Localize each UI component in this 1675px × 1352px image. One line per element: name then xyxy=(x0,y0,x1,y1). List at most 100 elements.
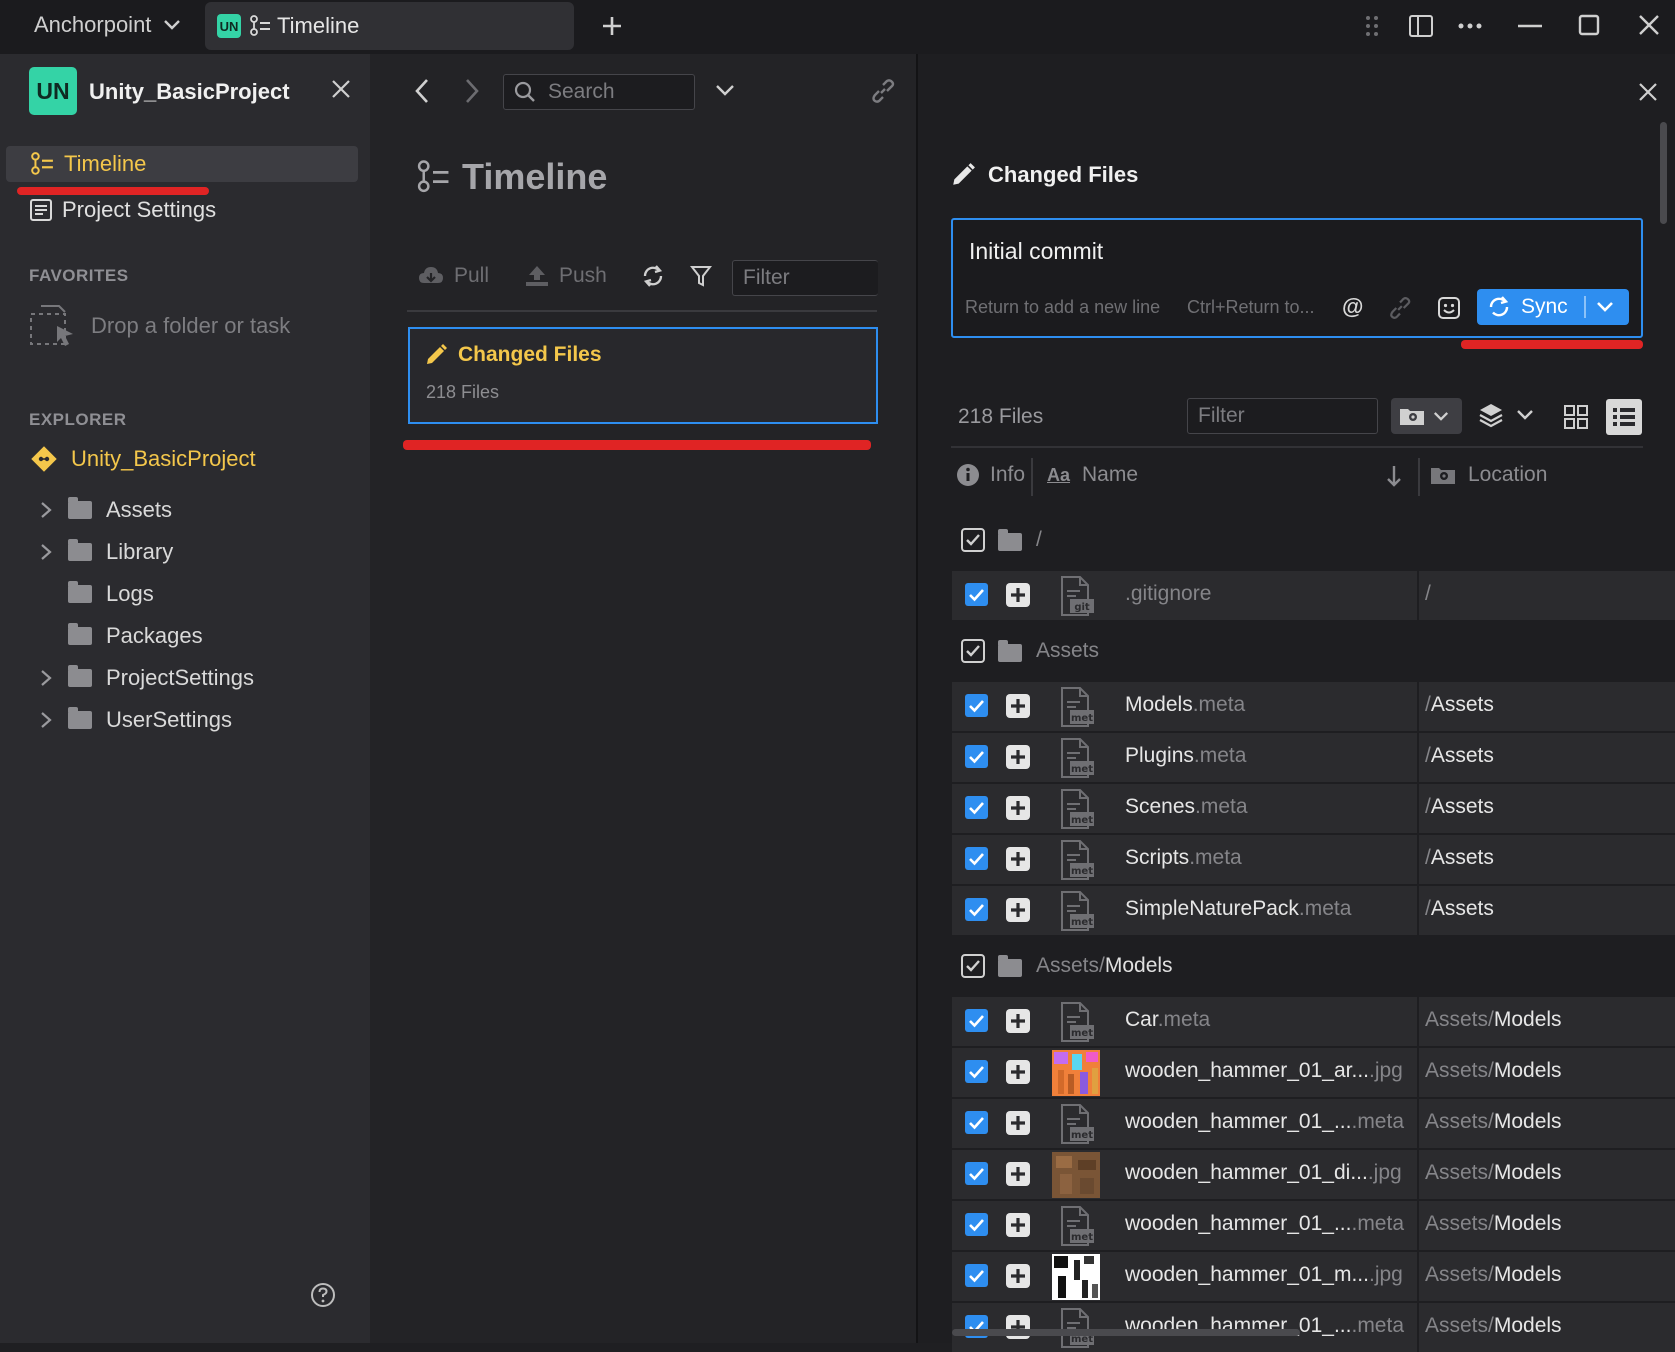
push-button[interactable]: Push xyxy=(525,264,607,288)
file-row[interactable]: git .gitignore / xyxy=(952,571,1675,620)
minimize-button[interactable] xyxy=(1517,24,1543,28)
panel-scrollbar[interactable] xyxy=(1660,122,1667,224)
file-row[interactable]: met Scripts.meta/Assets xyxy=(952,835,1675,884)
folder-icon xyxy=(998,640,1022,662)
sync-button[interactable]: Sync xyxy=(1477,289,1629,325)
list-horizontal-scrollbar[interactable] xyxy=(952,1329,1300,1336)
layers-icon xyxy=(1479,404,1503,428)
chevron-right-icon[interactable] xyxy=(40,711,68,729)
changed-files-card[interactable]: Changed Files 218 Files xyxy=(408,327,878,424)
file-checkbox[interactable] xyxy=(965,1264,988,1287)
grid-view-button[interactable] xyxy=(1564,405,1588,429)
svg-text:met: met xyxy=(1071,815,1093,826)
column-separator xyxy=(1417,1252,1419,1301)
column-header-info[interactable]: Info xyxy=(956,463,1025,487)
favorites-drop-zone[interactable]: Drop a folder or task xyxy=(29,304,290,348)
file-row[interactable]: met Scenes.meta/Assets xyxy=(952,784,1675,833)
toggle-panel-button[interactable] xyxy=(1408,14,1434,38)
file-row[interactable]: met Car.meta Assets/Models xyxy=(952,997,1675,1046)
help-button[interactable] xyxy=(310,1282,336,1308)
app-switcher[interactable]: Anchorpoint xyxy=(34,12,181,38)
explorer-root[interactable]: Unity_BasicProject xyxy=(31,446,256,472)
file-location: /Assets xyxy=(1425,744,1494,768)
file-row[interactable]: met wooden_hammer_01_....meta Assets/Model… xyxy=(952,1099,1675,1148)
tree-item-projectsettings[interactable]: ProjectSettings xyxy=(40,658,254,698)
file-row[interactable]: met Plugins.meta/Assets xyxy=(952,733,1675,782)
close-panel-button[interactable] xyxy=(1638,82,1658,102)
list-view-button[interactable] xyxy=(1606,399,1642,435)
file-checkbox[interactable] xyxy=(965,898,988,921)
copy-link-button[interactable] xyxy=(870,78,896,104)
sidebar-item-project-settings[interactable]: Project Settings xyxy=(30,192,216,228)
tab-timeline[interactable]: UN Timeline xyxy=(205,2,574,50)
timeline-filter-input[interactable]: Filter xyxy=(732,260,878,296)
layers-button[interactable] xyxy=(1478,402,1534,428)
file-row[interactable]: met wooden_hammer_01_....meta Assets/Model… xyxy=(952,1201,1675,1250)
search-input[interactable]: Search xyxy=(503,74,695,110)
chevron-right-icon[interactable] xyxy=(40,501,68,519)
file-row[interactable]: wooden_hammer_01_ar....jpg Assets/Models xyxy=(952,1048,1675,1097)
location-filter-button[interactable] xyxy=(1391,398,1462,434)
file-checkbox[interactable] xyxy=(965,1111,988,1134)
commit-message-text[interactable]: Initial commit xyxy=(969,238,1103,265)
file-checkbox[interactable] xyxy=(965,745,988,768)
file-checkbox[interactable] xyxy=(965,847,988,870)
chevron-down-icon xyxy=(716,85,734,96)
file-filter-input[interactable]: Filter xyxy=(1187,398,1378,434)
meta-file-icon: met xyxy=(1056,890,1096,932)
drag-handle-icon[interactable] xyxy=(1365,15,1379,37)
forward-button[interactable] xyxy=(464,78,480,104)
file-checkbox[interactable] xyxy=(965,694,988,717)
file-row[interactable]: met wooden_hammer_01_....meta Assets/Model… xyxy=(952,1303,1675,1352)
back-button[interactable] xyxy=(414,78,430,104)
chevron-right-icon[interactable] xyxy=(40,543,68,561)
filter-button[interactable] xyxy=(690,264,712,288)
file-checkbox[interactable] xyxy=(965,1213,988,1236)
file-checkbox[interactable] xyxy=(965,1009,988,1032)
chevron-down-icon[interactable] xyxy=(1596,301,1614,313)
file-basename: wooden_hammer_01_m... xyxy=(1125,1263,1369,1286)
chevron-right-icon[interactable] xyxy=(40,669,68,687)
new-tab-button[interactable] xyxy=(600,14,624,38)
file-group-header[interactable]: Assets xyxy=(960,631,1099,671)
tree-item-library[interactable]: Library xyxy=(40,532,173,572)
svg-text:met: met xyxy=(1071,1130,1093,1141)
chevron-right-icon xyxy=(466,79,479,103)
group-select-checkbox[interactable] xyxy=(960,953,986,979)
attach-link-button[interactable] xyxy=(1388,296,1412,320)
sidebar-item-timeline[interactable]: Timeline xyxy=(6,146,358,182)
close-icon xyxy=(1639,83,1657,101)
tree-item-usersettings[interactable]: UserSettings xyxy=(40,700,232,740)
file-row[interactable]: wooden_hammer_01_m....jpg Assets/Models xyxy=(952,1252,1675,1301)
tree-item-logs[interactable]: Logs xyxy=(40,574,154,614)
sort-descending-button[interactable] xyxy=(1386,464,1402,488)
pull-button[interactable]: Pull xyxy=(418,264,489,288)
file-checkbox[interactable] xyxy=(965,1162,988,1185)
tree-item-packages[interactable]: Packages xyxy=(40,616,203,656)
close-window-button[interactable] xyxy=(1638,14,1660,36)
file-checkbox[interactable] xyxy=(965,796,988,819)
maximize-button[interactable] xyxy=(1578,14,1600,36)
commit-message-box[interactable]: Initial commit Return to add a new line … xyxy=(951,218,1643,338)
column-header-name[interactable]: Aa Name xyxy=(1047,463,1138,487)
group-select-checkbox[interactable] xyxy=(960,527,986,553)
file-group-header[interactable]: / xyxy=(960,520,1042,560)
mention-button[interactable]: @ xyxy=(1342,294,1363,320)
refresh-button[interactable] xyxy=(641,264,665,288)
file-checkbox[interactable] xyxy=(965,1060,988,1083)
sidebar-item-label: Timeline xyxy=(64,151,147,176)
more-options-button[interactable] xyxy=(1458,22,1482,30)
emoji-button[interactable] xyxy=(1437,296,1461,320)
file-row[interactable]: met Models.meta/Assets xyxy=(952,682,1675,731)
search-dropdown-button[interactable] xyxy=(715,84,735,97)
refresh-icon xyxy=(643,265,663,287)
column-header-location[interactable]: Location xyxy=(1430,463,1547,487)
file-row[interactable]: wooden_hammer_01_di....jpg Assets/Models xyxy=(952,1150,1675,1199)
group-select-checkbox[interactable] xyxy=(960,638,986,664)
close-project-button[interactable] xyxy=(331,79,351,99)
file-checkbox[interactable] xyxy=(965,583,988,606)
chevron-down-icon xyxy=(1517,410,1533,420)
file-group-header[interactable]: Assets/Models xyxy=(960,946,1173,986)
file-row[interactable]: met SimpleNaturePack.meta/Assets xyxy=(952,886,1675,935)
tree-item-assets[interactable]: Assets xyxy=(40,490,172,530)
